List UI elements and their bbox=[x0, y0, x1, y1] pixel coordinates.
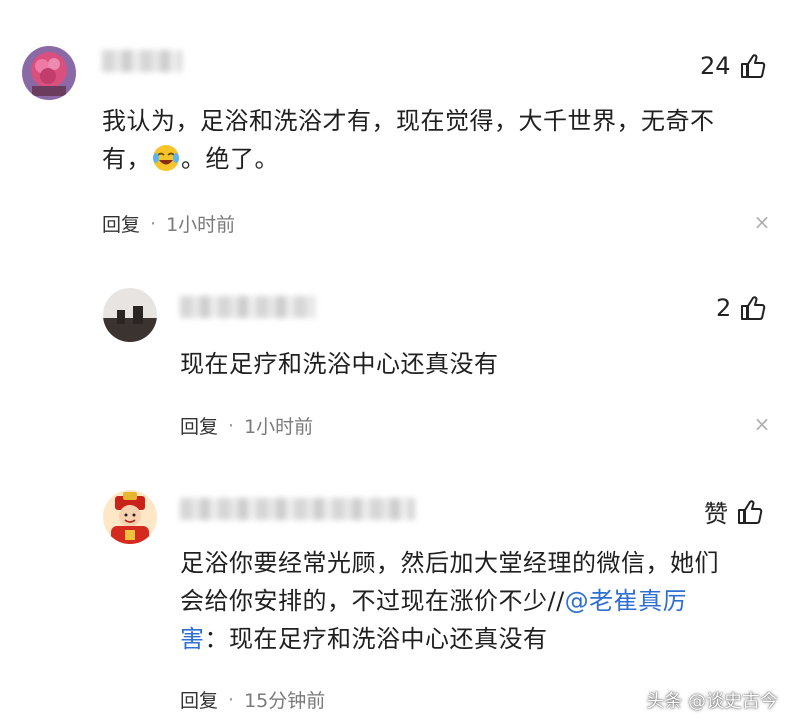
timestamp: 1小时前 bbox=[244, 416, 314, 438]
comment-text-line: 足浴你要经常光顾，然后加大堂经理的微信，她们 bbox=[180, 549, 719, 577]
comment-meta: 回复 · 1小时前 bbox=[102, 210, 235, 237]
comment-text-line: 会给你安排的，不过现在涨价不少//@老崔真厉 bbox=[180, 582, 719, 620]
avatar[interactable] bbox=[22, 46, 76, 100]
mention-link[interactable]: @老崔真厉 bbox=[565, 587, 688, 615]
username-blurred[interactable] bbox=[102, 50, 182, 72]
separator-dot: · bbox=[228, 414, 235, 437]
comment-text-line: 害：现在足疗和洗浴中心还真没有 bbox=[180, 620, 719, 658]
comment-text: 现在足疗和洗浴中心还真没有 bbox=[180, 345, 499, 383]
timestamp: 15分钟前 bbox=[244, 690, 326, 712]
comment-meta: 回复 · 1小时前 bbox=[180, 412, 313, 439]
thumbs-up-icon bbox=[738, 499, 763, 524]
timestamp: 1小时前 bbox=[166, 214, 236, 236]
username-blurred[interactable] bbox=[180, 498, 415, 520]
avatar[interactable] bbox=[103, 288, 157, 342]
comment-text-line: 现在足疗和洗浴中心还真没有 bbox=[180, 350, 499, 378]
laughing-crying-emoji-icon bbox=[153, 145, 179, 171]
comment-text-line: 我认为，足浴和洗浴才有，现在觉得，大千世界，无奇不 bbox=[102, 107, 715, 135]
like-label: 赞 bbox=[704, 500, 728, 528]
comment-text-fragment: 。绝了。 bbox=[181, 145, 279, 173]
comment-text-line: 有， 。绝了。 bbox=[102, 140, 715, 178]
reply-button[interactable]: 回复 bbox=[180, 412, 218, 439]
comment-text: 我认为，足浴和洗浴才有，现在觉得，大千世界，无奇不 有， 。绝了。 bbox=[102, 102, 715, 178]
username-blurred[interactable] bbox=[180, 296, 315, 318]
reply-button[interactable]: 回复 bbox=[102, 210, 140, 237]
reply-button[interactable]: 回复 bbox=[180, 686, 218, 713]
watermark: 头条 @谈史古今 bbox=[646, 691, 778, 712]
like-button[interactable]: 24 bbox=[700, 52, 767, 80]
separator-dot: · bbox=[228, 688, 235, 711]
like-count: 24 bbox=[700, 52, 731, 80]
thumbs-up-icon bbox=[741, 296, 766, 320]
separator-dot: · bbox=[150, 212, 157, 235]
thumbs-up-icon bbox=[740, 54, 765, 78]
comment-text-fragment: ：现在足疗和洗浴中心还真没有 bbox=[204, 625, 548, 653]
like-button[interactable]: 2 bbox=[716, 294, 767, 322]
avatar[interactable] bbox=[103, 490, 157, 544]
comment-meta: 回复 · 15分钟前 bbox=[180, 686, 325, 713]
like-button[interactable]: 赞 bbox=[704, 494, 764, 529]
comment-text-fragment: 会给你安排的，不过现在涨价不少// bbox=[180, 587, 565, 615]
comment-text-fragment: 有， bbox=[102, 145, 151, 173]
comment-text: 足浴你要经常光顾，然后加大堂经理的微信，她们 会给你安排的，不过现在涨价不少//… bbox=[180, 544, 719, 658]
mention-link[interactable]: 害 bbox=[180, 625, 205, 653]
close-icon[interactable]: × bbox=[752, 210, 772, 234]
like-count: 2 bbox=[716, 294, 732, 322]
close-icon[interactable]: × bbox=[752, 412, 772, 436]
